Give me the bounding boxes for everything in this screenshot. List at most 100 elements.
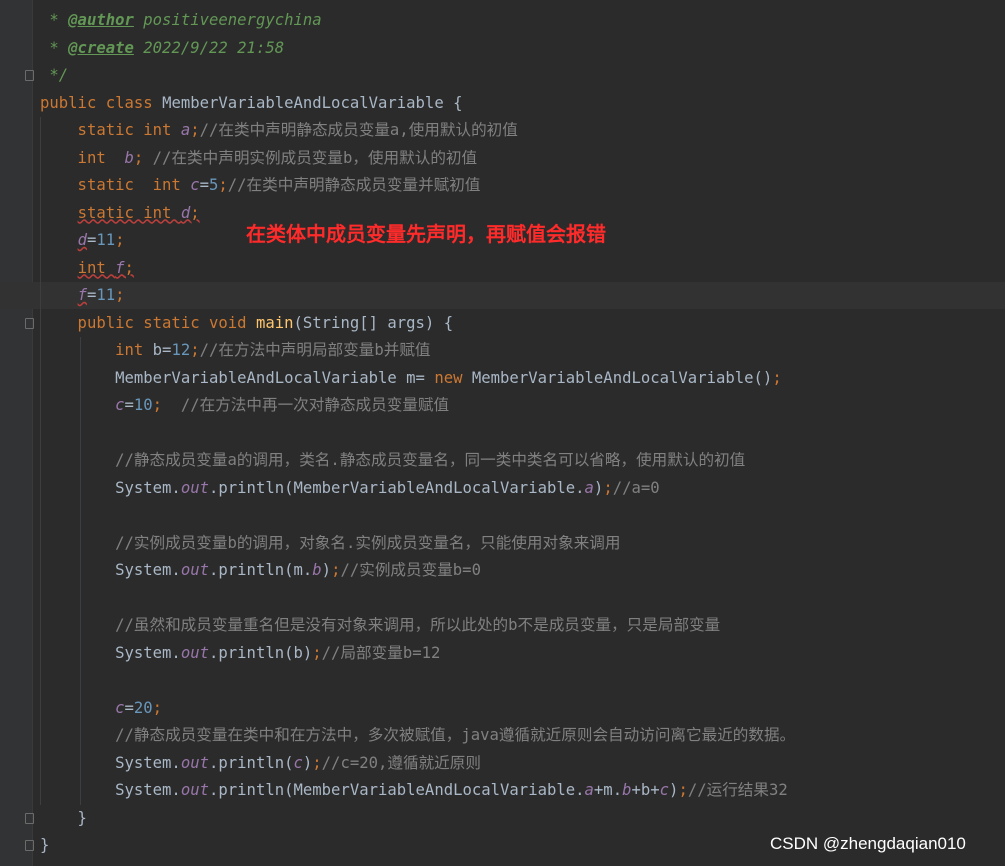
code-line[interactable]: System.out.println(m.b);//实例成员变量b=0 (0, 557, 1005, 584)
code-token: public static void (40, 313, 256, 332)
code-token: * (40, 11, 69, 29)
code-token: @create (68, 38, 134, 57)
code-line[interactable]: //虽然和成员变量重名但是没有对象来调用，所以此处的b不是成员变量，只是局部变量 (0, 612, 1005, 639)
code-token: out (180, 561, 209, 579)
code-token: b= (152, 341, 172, 359)
code-token: out (180, 781, 209, 799)
code-line[interactable]: */ (0, 62, 1005, 89)
code-token: //运行结果32 (687, 781, 788, 799)
code-line[interactable]: public static void main(String[] args) { (0, 310, 1005, 337)
code-token: c (115, 698, 125, 717)
code-line[interactable]: MemberVariableAndLocalVariable m= new Me… (0, 365, 1005, 392)
code-token: +b+ (631, 781, 660, 799)
code-line[interactable]: //实例成员变量b的调用，对象名.实例成员变量名，只能使用对象来调用 (0, 530, 1005, 557)
code-token: static int (77, 203, 181, 222)
code-token: ; (124, 258, 134, 277)
code-line[interactable]: public class MemberVariableAndLocalVaria… (0, 90, 1005, 117)
code-token: static int (40, 121, 181, 139)
code-token: //在方法中声明局部变量b并赋值 (199, 341, 431, 359)
code-token: 12 (171, 341, 191, 359)
code-line[interactable]: //静态成员变量a的调用，类名.静态成员变量名，同一类中类名可以省略，使用默认的… (0, 447, 1005, 474)
code-line[interactable]: System.out.println(c);//c=20,遵循就近原则 (0, 750, 1005, 777)
fold-marker-icon[interactable] (25, 840, 34, 851)
code-token: } (40, 808, 87, 827)
code-line[interactable] (0, 420, 1005, 447)
code-token: ; (115, 286, 125, 304)
code-line[interactable]: c=20; (0, 695, 1005, 722)
code-token: static int (40, 176, 191, 194)
code-line[interactable] (0, 502, 1005, 529)
code-token: d (77, 231, 87, 249)
code-token: c (190, 176, 200, 194)
code-token: = (124, 396, 134, 414)
code-token: out (180, 753, 209, 772)
code-token: System. (40, 561, 181, 579)
code-token: //在方法中再一次对静态成员变量赋值 (180, 396, 450, 414)
code-token: +m. (593, 781, 623, 799)
code-token: //在类中声明静态成员变量并赋初值 (227, 176, 481, 194)
code-line[interactable]: static int a;//在类中声明静态成员变量a,使用默认的初值 (0, 117, 1005, 144)
code-token: 20 (133, 698, 153, 717)
code-token: f (77, 286, 87, 304)
code-editor[interactable]: * @author positiveenergychina * @create … (0, 0, 1005, 866)
code-line[interactable]: System.out.println(b);//局部变量b=12 (0, 640, 1005, 667)
code-line[interactable]: int b=12;//在方法中声明局部变量b并赋值 (0, 337, 1005, 364)
code-token: ; (190, 121, 200, 139)
code-token: //a=0 (612, 478, 660, 497)
code-token: ; (772, 368, 782, 387)
code-token: //在类中声明实例成员变量b，使用默认的初值 (152, 148, 478, 167)
code-token: } (40, 836, 50, 854)
code-token: ; (133, 148, 153, 167)
code-token: //静态成员变量在类中和在方法中，多次被赋值，java遵循就近原则会自动访问离它… (40, 726, 796, 744)
code-token: out (180, 643, 209, 662)
code-token: //实例成员变量b=0 (340, 561, 481, 579)
code-line[interactable] (0, 585, 1005, 612)
code-line[interactable]: f=11; (0, 282, 1005, 309)
code-token: MemberVariableAndLocalVariable m= (40, 368, 435, 387)
code-token: 11 (96, 286, 116, 304)
code-token: c (293, 753, 303, 772)
code-token: .println(MemberVariableAndLocalVariable. (209, 478, 585, 497)
code-token: c (115, 396, 125, 414)
fold-marker-icon[interactable] (25, 317, 34, 329)
code-line[interactable]: int b; //在类中声明实例成员变量b，使用默认的初值 (0, 145, 1005, 172)
code-token: //静态成员变量a的调用，类名.静态成员变量名，同一类中类名可以省略，使用默认的… (40, 451, 746, 469)
fold-marker-icon[interactable] (25, 812, 34, 824)
code-token: ) (302, 753, 313, 772)
code-token: ; (152, 396, 181, 414)
error-annotation: 在类体中成员变量先声明，再赋值会报错 (246, 222, 606, 246)
code-line[interactable]: System.out.println(MemberVariableAndLoca… (0, 475, 1005, 502)
code-token: //c=20,遵循就近原则 (321, 753, 481, 772)
code-token: //局部变量b=12 (321, 643, 441, 662)
code-token: ; (312, 643, 322, 662)
code-line[interactable]: c=10; //在方法中再一次对静态成员变量赋值 (0, 392, 1005, 419)
code-token: int (40, 341, 153, 359)
code-token: @author (68, 11, 134, 29)
code-token: .println(b) (209, 643, 313, 662)
code-token: * (40, 38, 69, 57)
code-line[interactable]: } (0, 805, 1005, 832)
code-token: out (180, 478, 209, 497)
code-token: int (77, 258, 116, 277)
code-token: c (659, 781, 670, 799)
code-line[interactable]: * @create 2022/9/22 21:58 (0, 35, 1005, 62)
code-token: ; (115, 231, 125, 249)
fold-marker-icon[interactable] (25, 70, 34, 81)
code-token: ; (218, 176, 228, 194)
code-line[interactable]: System.out.println(MemberVariableAndLoca… (0, 777, 1005, 804)
code-token: //虽然和成员变量重名但是没有对象来调用，所以此处的b不是成员变量，只是局部变量 (40, 616, 721, 634)
code-token: ; (603, 478, 613, 497)
code-line[interactable]: static int c=5;//在类中声明静态成员变量并赋初值 (0, 172, 1005, 199)
code-line[interactable]: //静态成员变量在类中和在方法中，多次被赋值，java遵循就近原则会自动访问离它… (0, 722, 1005, 749)
code-token: .println( (209, 753, 294, 772)
code-token: System. (40, 643, 181, 662)
code-line[interactable]: * @author positiveenergychina (0, 7, 1005, 34)
code-line[interactable]: int f; (0, 255, 1005, 282)
indent-guide (40, 117, 41, 805)
code-line[interactable] (0, 667, 1005, 694)
